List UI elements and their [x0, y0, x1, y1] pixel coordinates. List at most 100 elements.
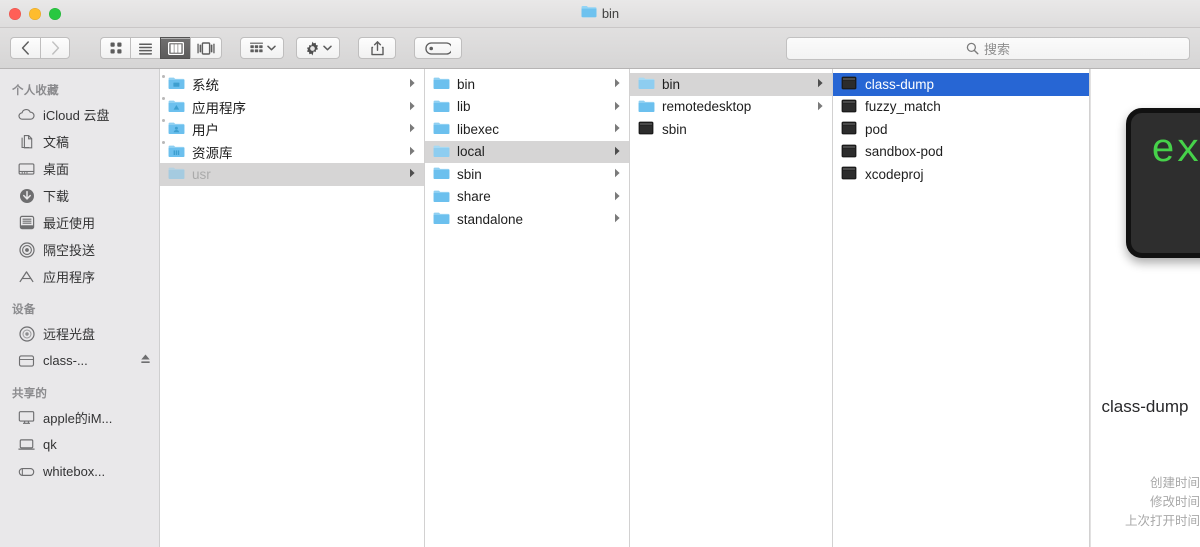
forward-button[interactable]	[40, 37, 70, 59]
arrange-icon	[249, 42, 263, 53]
view-as-gallery-button[interactable]	[190, 37, 222, 59]
sidebar-item-recents[interactable]: 最近使用	[0, 209, 159, 236]
sidebar-item-qk[interactable]: qk	[0, 431, 159, 458]
sidebar-item-apple-imac[interactable]: apple的iM...	[0, 404, 159, 431]
item-label: bin	[457, 76, 476, 92]
preview-panel: exec class-dump 创建时间 修改时间 上次打开时间	[1090, 69, 1200, 547]
column-1-row-usr[interactable]: usr	[160, 163, 424, 186]
sidebar-item-icloud-drive[interactable]: iCloud 云盘	[0, 101, 159, 128]
finder-window: bin 搜索 个人收藏 iCloud 云盘 文稿 桌面 下载 最近使用 隔空投送…	[0, 0, 1200, 547]
arrange-button[interactable]	[240, 37, 284, 59]
column-2-row-share[interactable]: share	[425, 186, 629, 209]
sidebar-item-label: 应用程序	[43, 270, 96, 285]
item-label: standalone	[457, 211, 524, 227]
disclosure-arrow-icon[interactable]	[409, 165, 418, 183]
minimize-button[interactable]	[29, 7, 41, 20]
column-2-row-standalone[interactable]: standalone	[425, 208, 629, 231]
laptop-icon	[18, 436, 35, 453]
column-2-row-libexec[interactable]: libexec	[425, 118, 629, 141]
preview-metadata: 创建时间 修改时间 上次打开时间	[1090, 474, 1200, 531]
sidebar-item-label: 隔空投送	[43, 243, 96, 258]
view-mode-buttons	[100, 37, 222, 59]
server-icon	[18, 463, 35, 480]
executable-icon	[841, 144, 858, 160]
sidebar-section-header-shared: 共享的	[12, 388, 48, 400]
disclosure-arrow-icon[interactable]	[409, 75, 418, 93]
column-3-row-sbin[interactable]: sbin	[630, 118, 832, 141]
view-as-icons-button[interactable]	[100, 37, 130, 59]
list-icon	[139, 43, 152, 55]
column-2-row-lib[interactable]: lib	[425, 96, 629, 119]
executable-icon	[638, 121, 655, 137]
column-2-row-bin[interactable]: bin	[425, 73, 629, 96]
maximize-button[interactable]	[49, 7, 61, 20]
disclosure-arrow-icon[interactable]	[614, 98, 623, 116]
column-1-row-applications[interactable]: 应用程序	[160, 96, 424, 119]
column-1-row-system[interactable]: 系统	[160, 73, 424, 96]
item-label: class-dump	[865, 76, 935, 92]
sidebar-item-label: apple的iM...	[43, 411, 113, 426]
disclosure-arrow-icon[interactable]	[614, 120, 623, 138]
column-4-row-sandbox-pod[interactable]: sandbox-pod	[833, 141, 1089, 164]
view-as-columns-button[interactable]	[160, 37, 190, 59]
sidebar-item-class-dump-drive[interactable]: class-...	[0, 347, 159, 374]
sidebar-section-header-devices: 设备	[12, 304, 36, 316]
share-button[interactable]	[358, 37, 396, 59]
column-4-row-fuzzy-match[interactable]: fuzzy_match	[833, 96, 1089, 119]
sidebar-item-documents[interactable]: 文稿	[0, 128, 159, 155]
preview-file-name: class-dump	[1101, 397, 1189, 416]
remote-disc-icon	[18, 325, 35, 342]
disclosure-arrow-icon[interactable]	[409, 143, 418, 161]
disclosure-arrow-icon[interactable]	[614, 165, 623, 183]
column-2-row-local[interactable]: local	[425, 140, 629, 163]
disclosure-arrow-icon[interactable]	[817, 98, 826, 116]
column-4-row-pod[interactable]: pod	[833, 118, 1089, 141]
disclosure-arrow-icon[interactable]	[614, 210, 623, 228]
column-3-row-bin[interactable]: bin	[630, 73, 832, 96]
disclosure-arrow-icon[interactable]	[409, 120, 418, 138]
sidebar-item-downloads[interactable]: 下载	[0, 182, 159, 209]
disclosure-arrow-icon[interactable]	[614, 75, 623, 93]
share-icon	[370, 40, 384, 55]
item-label: libexec	[457, 121, 500, 137]
sidebar-item-label: 远程光盘	[43, 327, 96, 342]
column-browser: 系统 应用程序 用户 资源库 usr bin lib libexec local…	[160, 69, 1200, 547]
sidebar-item-label: whitebox...	[43, 464, 106, 479]
chevron-down-icon	[266, 45, 276, 51]
folder-apps-icon	[168, 99, 185, 115]
external-drive-icon	[18, 352, 35, 369]
sidebar-item-applications[interactable]: 应用程序	[0, 263, 159, 290]
search-input[interactable]: 搜索	[786, 37, 1190, 60]
column-2-row-sbin[interactable]: sbin	[425, 163, 629, 186]
executable-icon	[841, 166, 858, 182]
action-button[interactable]	[296, 37, 340, 59]
item-label: remotedesktop	[662, 99, 752, 115]
window-title: bin	[601, 6, 620, 21]
column-3-row-remotedesktop[interactable]: remotedesktop	[630, 96, 832, 119]
disclosure-arrow-icon[interactable]	[817, 75, 826, 93]
executable-icon	[841, 99, 858, 115]
column-1-row-users[interactable]: 用户	[160, 118, 424, 141]
sidebar-item-whitebox[interactable]: whitebox...	[0, 458, 159, 485]
sidebar-scrollbar[interactable]	[154, 83, 157, 233]
column-4-row-xcodeproj[interactable]: xcodeproj	[833, 163, 1089, 186]
folder-icon	[581, 4, 597, 23]
close-button[interactable]	[9, 7, 21, 20]
sidebar-item-remote-disc[interactable]: 远程光盘	[0, 320, 159, 347]
sidebar-item-desktop[interactable]: 桌面	[0, 155, 159, 182]
eject-icon[interactable]	[140, 352, 151, 370]
column-1-row-library[interactable]: 资源库	[160, 141, 424, 164]
column-4-row-class-dump[interactable]: class-dump	[833, 73, 1089, 96]
disclosure-arrow-icon[interactable]	[409, 98, 418, 116]
item-label: bin	[662, 76, 681, 92]
item-label: share	[457, 189, 491, 205]
folder-icon	[433, 121, 450, 137]
item-label: usr	[192, 166, 211, 182]
sidebar-item-airdrop[interactable]: 隔空投送	[0, 236, 159, 263]
disclosure-arrow-icon[interactable]	[614, 188, 623, 206]
view-as-list-button[interactable]	[130, 37, 160, 59]
back-button[interactable]	[10, 37, 40, 59]
disclosure-arrow-icon[interactable]	[614, 143, 623, 161]
folder-icon	[638, 76, 655, 92]
tags-button[interactable]	[414, 37, 462, 59]
